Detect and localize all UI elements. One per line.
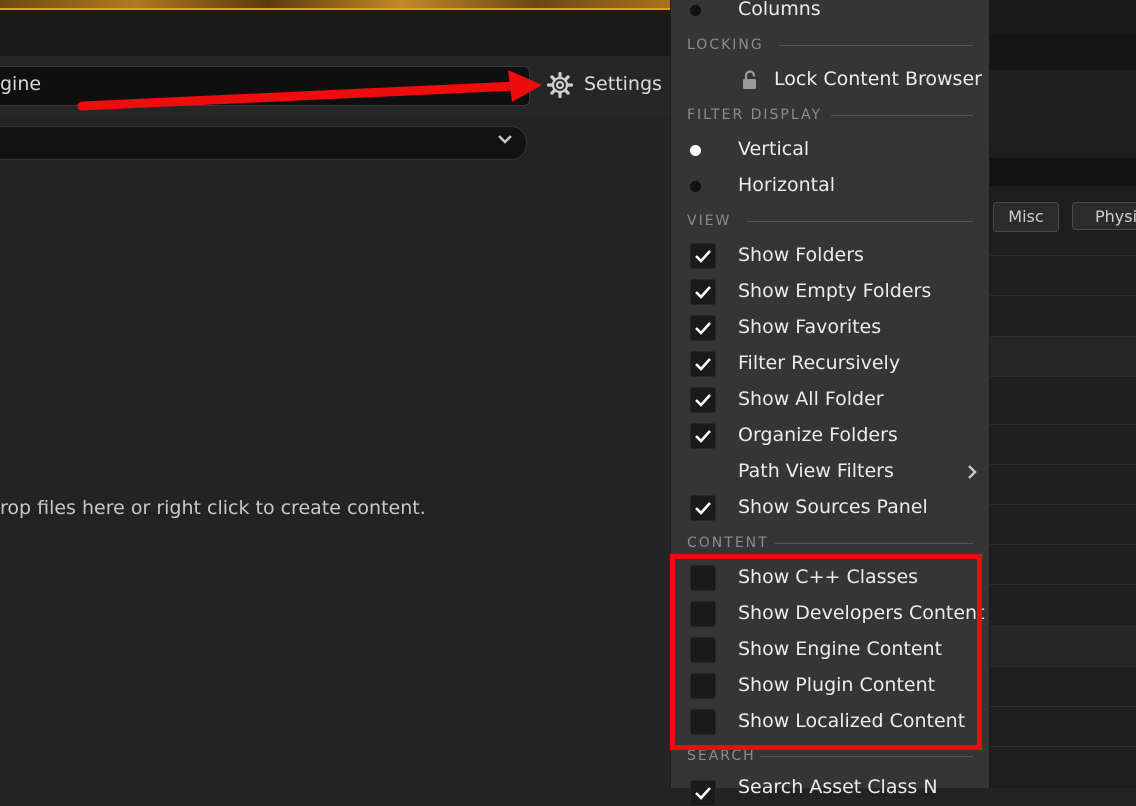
checkbox-checked[interactable]	[690, 279, 716, 305]
empty-content-hint: rop files here or right click to create …	[0, 497, 426, 519]
checkbox-checked[interactable]	[690, 780, 716, 806]
menu-item-label: Show Sources Panel	[738, 496, 928, 518]
section-header-search: SEARCH	[687, 748, 756, 764]
panel-band	[990, 34, 1136, 70]
panel-row	[990, 666, 1136, 707]
settings-label: Settings	[584, 73, 662, 95]
annotation-arrow	[77, 70, 542, 111]
checkbox-checked[interactable]	[690, 243, 716, 269]
panel-row	[990, 295, 1136, 336]
section-header-view: VIEW	[687, 213, 732, 229]
radio-unselected	[690, 181, 701, 192]
checkbox-checked[interactable]	[690, 387, 716, 413]
checkbox-checked[interactable]	[690, 351, 716, 377]
section-header-locking: LOCKING	[687, 37, 764, 53]
section-header-filter-display: FILTER DISPLAY	[687, 107, 823, 123]
menu-item-label: Vertical	[738, 138, 810, 160]
tab-bar	[0, 10, 670, 56]
panel-row	[990, 504, 1136, 545]
radio-selected	[690, 145, 701, 156]
radio-unselected	[690, 5, 701, 16]
menu-item-columns[interactable]	[680, 0, 980, 28]
menu-item-label: Show Favorites	[738, 316, 882, 338]
menu-item-label: Show Folders	[738, 244, 864, 266]
menu-item-label: Search Asset Class N	[738, 776, 938, 798]
menu-item-label: Filter Recursively	[738, 352, 901, 374]
menu-item-label: Organize Folders	[738, 424, 898, 446]
chevron-down-icon	[498, 135, 512, 144]
panel-row	[990, 544, 1136, 585]
annotation-highlight-box	[670, 554, 982, 750]
panel-row	[990, 626, 1136, 667]
menu-item-label: Show All Folder	[738, 388, 884, 410]
section-divider	[831, 115, 973, 116]
filter-chip-physics[interactable]: Physi	[1072, 202, 1136, 230]
panel-search-bar	[990, 158, 1136, 186]
filter-chip-misc[interactable]: Misc	[993, 202, 1059, 232]
path-dropdown-text: gine	[0, 73, 42, 95]
asset-thumbnail-strip	[0, 0, 670, 10]
panel-band	[990, 70, 1136, 142]
unlock-icon	[743, 70, 756, 89]
section-divider	[760, 756, 973, 757]
panel-row	[990, 584, 1136, 625]
menu-item-label: Columns	[738, 0, 821, 20]
panel-row	[990, 424, 1136, 465]
panel-row	[990, 376, 1136, 417]
panel-row	[990, 464, 1136, 505]
section-header-content: CONTENT	[687, 535, 769, 551]
menu-item-label: Lock Content Browser	[774, 68, 982, 90]
panel-header	[990, 0, 1136, 34]
menu-item-label: Path View Filters	[738, 460, 894, 482]
section-divider	[775, 543, 973, 544]
gear-icon	[546, 71, 574, 99]
section-divider	[779, 45, 973, 46]
checkbox-checked[interactable]	[690, 495, 716, 521]
chevron-right-icon	[968, 465, 977, 479]
section-divider	[747, 221, 973, 222]
menu-item-label: Horizontal	[738, 174, 836, 196]
panel-row	[990, 746, 1136, 787]
menu-item-vertical[interactable]	[680, 132, 980, 168]
checkbox-checked[interactable]	[690, 423, 716, 449]
panel-row	[990, 336, 1136, 377]
filter-dropdown[interactable]	[0, 126, 527, 160]
checkbox-checked[interactable]	[690, 315, 716, 341]
panel-row	[990, 255, 1136, 296]
menu-item-label: Show Empty Folders	[738, 280, 932, 302]
panel-row	[990, 706, 1136, 747]
